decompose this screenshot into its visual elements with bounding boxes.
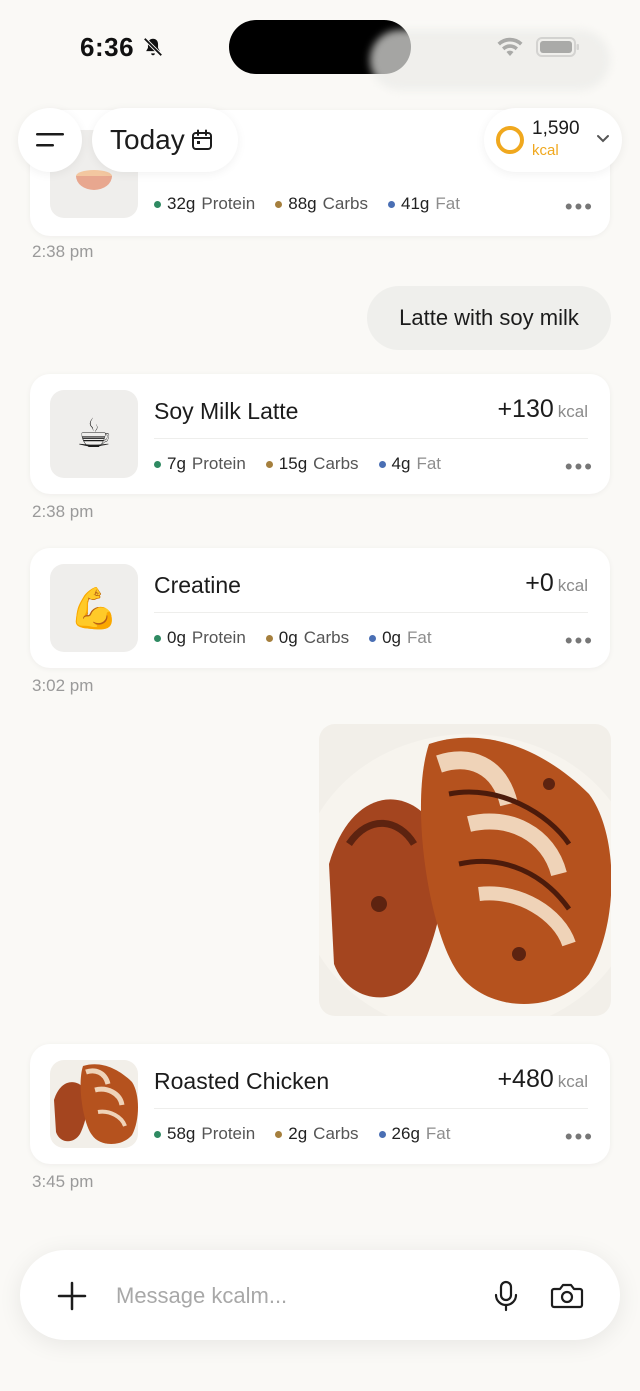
protein-macro: 7g Protein [154, 454, 246, 474]
fat-macro: 26g Fat [378, 1124, 450, 1144]
menu-icon [36, 133, 64, 147]
more-options-button[interactable]: ••• [565, 628, 594, 654]
kcal-progress-ring [496, 126, 524, 154]
timestamp: 2:38 pm [32, 502, 94, 521]
more-options-button[interactable]: ••• [565, 454, 594, 480]
plus-icon[interactable] [56, 1280, 88, 1312]
more-options-button[interactable]: ••• [565, 194, 594, 220]
divider [154, 438, 588, 439]
calendar-icon [191, 129, 212, 150]
blurred-ghost-bubble [370, 30, 610, 90]
daily-kcal-unit: kcal [532, 142, 559, 159]
coffee-cup-icon: ☕ [50, 390, 138, 478]
protein-macro: 58g Protein [154, 1124, 255, 1144]
daily-kcal-value: 1,590 [532, 118, 580, 139]
divider [154, 612, 588, 613]
macros-row: 7g Protein 15g Carbs 4g Fat [154, 454, 441, 474]
carbs-macro: 15g Carbs [265, 454, 359, 474]
carbs-macro: 2g Carbs [275, 1124, 359, 1144]
microphone-icon[interactable] [492, 1280, 520, 1312]
meal-title: Creatine [154, 572, 241, 598]
timestamp: 2:38 pm [32, 242, 94, 261]
timestamp: 3:45 pm [32, 1172, 94, 1191]
macros-row: 58g Protein 2g Carbs 26g Fat [154, 1124, 450, 1144]
meal-card[interactable]: 💪 Creatine +0 kcal 0g Protein 0g Carbs 0g Fa… [30, 548, 610, 668]
meal-kcal: +0 kcal [525, 569, 588, 597]
chevron-down-icon [597, 135, 609, 143]
macros-row: 0g Protein 0g Carbs 0g Fat [154, 628, 432, 648]
flexed-bicep-icon: 💪 [50, 564, 138, 652]
divider [154, 1108, 588, 1109]
protein-macro: 0g Protein [154, 628, 246, 648]
chicken-photo[interactable] [319, 724, 611, 1016]
meal-kcal: +130 kcal [497, 395, 588, 423]
carbs-macro: 88g Carbs [275, 194, 368, 214]
protein-macro: 32g Protein [154, 194, 255, 214]
date-selector-button[interactable]: Today [92, 108, 238, 172]
fat-macro: 4g Fat [378, 454, 441, 474]
menu-button[interactable] [18, 108, 82, 172]
message-input[interactable] [116, 1274, 456, 1318]
meal-title: Soy Milk Latte [154, 398, 299, 424]
meal-card[interactable]: Roasted Chicken +480 kcal 58g Protein 2g Ca… [30, 1044, 610, 1164]
bell-muted-icon [143, 37, 163, 57]
meal-kcal: +480 kcal [497, 1065, 588, 1093]
meal-title: Roasted Chicken [154, 1068, 330, 1094]
user-message-bubble: Latte with soy milk [367, 286, 611, 350]
carbs-macro: 0g Carbs [265, 628, 349, 648]
date-label: Today [110, 124, 185, 155]
timestamp: 3:02 pm [32, 676, 94, 695]
more-options-button[interactable]: ••• [565, 1124, 594, 1150]
chicken-photo-thumbnail [50, 1060, 138, 1148]
macros-row: 32g Protein 88g Carbs 41g Fat [154, 194, 460, 214]
camera-icon[interactable] [550, 1281, 584, 1311]
status-time: 6:36 [80, 32, 135, 62]
meal-card[interactable]: ☕ Soy Milk Latte +130 kcal 7g Protein 15g C… [30, 374, 610, 494]
message-composer [20, 1250, 620, 1340]
daily-kcal-pill[interactable]: 1,590 kcal [484, 108, 622, 172]
fat-macro: 41g Fat [387, 194, 460, 214]
fat-macro: 0g Fat [369, 628, 432, 648]
